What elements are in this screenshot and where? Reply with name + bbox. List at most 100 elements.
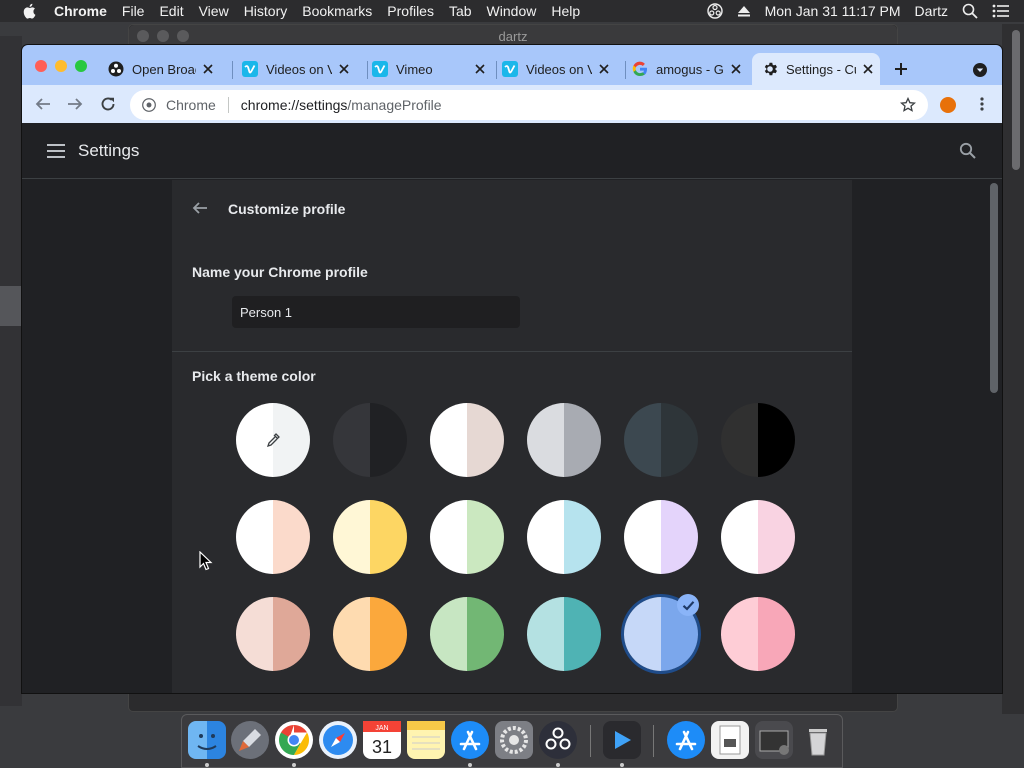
tab-amogus-google[interactable]: amogus - Google: [632, 53, 747, 85]
menu-bookmarks[interactable]: Bookmarks: [302, 3, 372, 19]
window-close-icon[interactable]: [35, 60, 47, 72]
swatch-right-half: [661, 403, 698, 477]
new-tab-plus-icon[interactable]: [894, 62, 908, 76]
menu-profiles[interactable]: Profiles: [387, 3, 434, 19]
tab-vimeo[interactable]: Vimeo: [372, 53, 492, 85]
profile-name-input[interactable]: [232, 296, 520, 328]
tab-search-dropdown-icon[interactable]: [972, 62, 988, 78]
section-divider: [172, 351, 852, 352]
theme-color-swatch[interactable]: [430, 403, 504, 477]
safari-icon[interactable]: [319, 721, 357, 759]
theme-color-swatch[interactable]: [527, 597, 601, 671]
running-indicator: [205, 763, 209, 767]
theme-color-swatch[interactable]: [430, 500, 504, 574]
notification-center-icon[interactable]: [992, 4, 1010, 18]
theme-color-swatch[interactable]: [333, 500, 407, 574]
close-tab-icon[interactable]: [860, 61, 876, 77]
swatch-right-half: [273, 597, 310, 671]
close-tab-icon[interactable]: [336, 61, 352, 77]
menu-tab[interactable]: Tab: [449, 3, 472, 19]
spotlight-search-icon[interactable]: [962, 3, 978, 19]
tab-videos-on-vimeo-2[interactable]: Videos on Vimeo: [502, 53, 627, 85]
background-window-edge-tab: [0, 286, 22, 326]
swatch-right-half: [370, 500, 407, 574]
notes-icon[interactable]: [407, 721, 445, 759]
menu-user[interactable]: Dartz: [915, 3, 948, 19]
screenshot-icon[interactable]: [755, 721, 793, 759]
theme-color-swatch[interactable]: [721, 500, 795, 574]
trash-icon[interactable]: [799, 721, 837, 759]
menu-view[interactable]: View: [199, 3, 229, 19]
launchpad-icon[interactable]: [231, 721, 269, 759]
close-tab-icon[interactable]: [200, 61, 216, 77]
obs-status-icon[interactable]: [706, 3, 723, 19]
chrome-icon[interactable]: [275, 721, 313, 759]
close-tab-icon[interactable]: [596, 61, 612, 77]
window-zoom-icon[interactable]: [75, 60, 87, 72]
calendar-icon[interactable]: JAN 31: [363, 721, 401, 759]
mouse-cursor-icon: [199, 551, 213, 571]
close-tab-icon[interactable]: [728, 61, 744, 77]
system-preferences-icon[interactable]: [495, 721, 533, 759]
page-scrollbar-thumb[interactable]: [990, 183, 998, 393]
menu-history[interactable]: History: [244, 3, 288, 19]
address-bar[interactable]: Chrome chrome://settings/manageProfile: [130, 90, 928, 120]
swatch-left-half: [721, 597, 758, 671]
swatch-left-half: [430, 500, 467, 574]
custom-color-swatch[interactable]: [236, 403, 310, 477]
window-minimize-icon[interactable]: [55, 60, 67, 72]
search-settings-icon[interactable]: [959, 142, 976, 159]
eject-icon[interactable]: [737, 4, 751, 18]
running-indicator: [620, 763, 624, 767]
theme-color-swatch[interactable]: [527, 403, 601, 477]
menu-app-name[interactable]: Chrome: [54, 3, 107, 19]
dock-separator: [590, 725, 591, 757]
close-tab-icon[interactable]: [472, 61, 488, 77]
settings-title: Settings: [78, 141, 140, 160]
swatch-left-half: [624, 403, 661, 477]
finder-icon[interactable]: [188, 721, 226, 759]
back-arrow-icon[interactable]: [192, 200, 208, 216]
document-icon[interactable]: [711, 721, 749, 759]
theme-color-swatch[interactable]: [333, 597, 407, 671]
app-store-icon[interactable]: [451, 721, 489, 759]
theme-color-swatch[interactable]: [624, 500, 698, 574]
theme-color-swatch[interactable]: [721, 597, 795, 671]
menu-help[interactable]: Help: [551, 3, 580, 19]
theme-color-swatch[interactable]: [527, 500, 601, 574]
bookmark-star-icon[interactable]: [900, 97, 916, 113]
app-store-folder-icon[interactable]: [667, 721, 705, 759]
hamburger-menu-icon[interactable]: [47, 143, 65, 159]
tab-videos-on-vimeo[interactable]: Videos on Vimeo: [242, 53, 367, 85]
swatch-left-half: [236, 597, 273, 671]
theme-color-swatch[interactable]: [236, 597, 310, 671]
theme-color-swatch[interactable]: [236, 500, 310, 574]
reload-icon[interactable]: [100, 96, 116, 112]
omnibox-divider: [227, 97, 229, 113]
infuse-icon[interactable]: [603, 721, 641, 759]
forward-arrow-icon[interactable]: [67, 96, 83, 112]
menu-edit[interactable]: Edit: [159, 3, 183, 19]
swatch-left-half: [721, 403, 758, 477]
tab-separator: [625, 61, 626, 79]
theme-color-swatch[interactable]: [624, 403, 698, 477]
security-chip-label[interactable]: Chrome: [166, 97, 216, 113]
tab-settings[interactable]: Settings - Customize profile: [752, 53, 880, 85]
swatch-left-half: [430, 403, 467, 477]
basketball-extension-icon[interactable]: [940, 97, 956, 113]
obs-icon[interactable]: [539, 721, 577, 759]
apple-logo-icon[interactable]: [20, 3, 38, 19]
menu-clock[interactable]: Mon Jan 31 11:17 PM: [765, 3, 901, 19]
menu-file[interactable]: File: [122, 3, 145, 19]
macos-menu-bar: Chrome File Edit View History Bookmarks …: [0, 0, 1024, 22]
theme-color-swatch[interactable]: [333, 403, 407, 477]
back-arrow-icon[interactable]: [35, 96, 51, 112]
tab-title: Open Broadcaster: [132, 61, 196, 77]
theme-color-swatch[interactable]: [430, 597, 504, 671]
chrome-menu-icon[interactable]: [974, 96, 990, 112]
swatch-left-half: [624, 597, 661, 671]
swatch-left-half: [333, 597, 370, 671]
theme-color-swatch[interactable]: [721, 403, 795, 477]
tab-open-broadcaster[interactable]: Open Broadcaster: [108, 53, 228, 85]
menu-window[interactable]: Window: [487, 3, 537, 19]
